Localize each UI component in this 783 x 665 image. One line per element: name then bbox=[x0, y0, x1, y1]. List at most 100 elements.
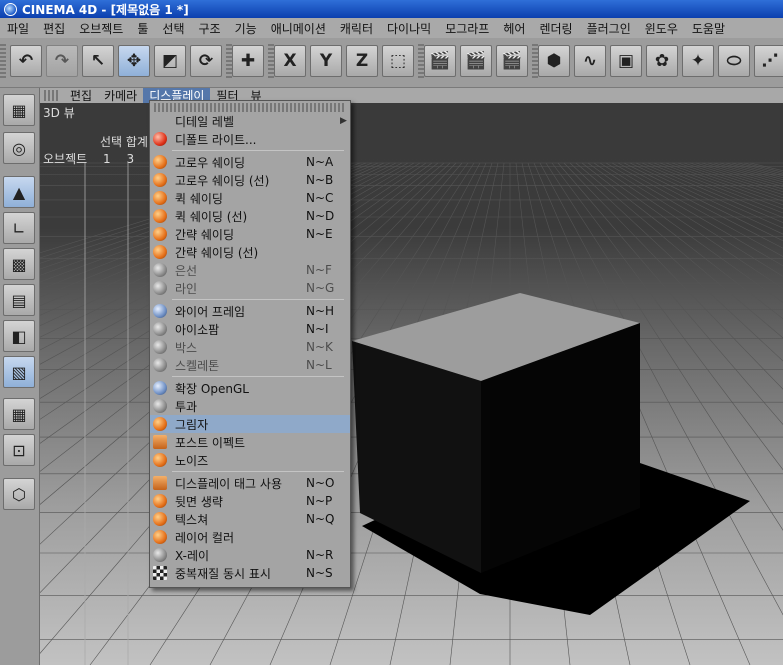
menu-0[interactable]: 파일 bbox=[0, 20, 36, 37]
display-menu-item-13[interactable]: 아이소팜 N~I bbox=[150, 320, 350, 338]
display-menu-item-8[interactable]: 간략 쉐이딩 (선) bbox=[150, 243, 350, 261]
gray-shading-icon bbox=[153, 548, 167, 562]
spline-pen-icon[interactable]: ∿ bbox=[574, 45, 606, 77]
gray-shading-icon bbox=[153, 358, 167, 372]
scene-object-icon[interactable]: ⬭ bbox=[718, 45, 750, 77]
menu-item-label: 라인 bbox=[175, 281, 198, 296]
world-axis-icon[interactable]: ✚ bbox=[232, 45, 264, 77]
display-menu-item-6[interactable]: 퀵 쉐이딩 (선) N~D bbox=[150, 207, 350, 225]
display-menu-item-24[interactable]: 뒷면 생략 N~P bbox=[150, 492, 350, 510]
render-view-icon[interactable]: 🎬 bbox=[424, 45, 456, 77]
display-menu-item-18[interactable]: 투과 bbox=[150, 397, 350, 415]
display-menu-item-20[interactable]: 포스트 이펙트 bbox=[150, 433, 350, 451]
menu-4[interactable]: 선택 bbox=[155, 20, 191, 37]
render-picture-viewer-icon[interactable]: 🎬 bbox=[460, 45, 492, 77]
scale-icon[interactable]: ◩ bbox=[154, 45, 186, 77]
display-menu-item-21[interactable]: 노이즈 bbox=[150, 451, 350, 469]
display-menu-item-19[interactable]: 그림자 bbox=[150, 415, 350, 433]
menu-12[interactable]: 렌더링 bbox=[532, 20, 579, 37]
menu-8[interactable]: 캐릭터 bbox=[333, 20, 380, 37]
display-menu-item-25[interactable]: 텍스쳐 N~Q bbox=[150, 510, 350, 528]
edges-mode-icon[interactable]: ∟ bbox=[3, 212, 35, 244]
menu-5[interactable]: 구조 bbox=[192, 20, 228, 37]
workplane-icon[interactable]: ▦ bbox=[3, 398, 35, 430]
menu-item-shortcut: N~H bbox=[306, 304, 335, 318]
menu-11[interactable]: 헤어 bbox=[496, 20, 532, 37]
display-menu-item-23[interactable]: 디스플레이 태그 사용 N~O bbox=[150, 474, 350, 492]
move-icon[interactable]: ✥ bbox=[118, 45, 150, 77]
menu-item-label: 와이어 프레임 bbox=[175, 304, 246, 319]
display-menu-item-3[interactable]: 고로우 쉐이딩 N~A bbox=[150, 153, 350, 171]
snap-icon[interactable]: ⊡ bbox=[3, 434, 35, 466]
menu-item-label: 퀵 쉐이딩 bbox=[175, 191, 223, 206]
viewport-menu-grip[interactable] bbox=[44, 90, 58, 101]
dropdown-grip[interactable] bbox=[154, 103, 346, 112]
menu-item-label: 레이어 컬러 bbox=[175, 530, 235, 545]
hud-selection-total: 선택 합계 bbox=[100, 135, 148, 149]
menu-15[interactable]: 도움말 bbox=[685, 20, 732, 37]
display-menu-item-12[interactable]: 와이어 프레임 N~H bbox=[150, 302, 350, 320]
menu-item-shortcut: N~Q bbox=[306, 512, 335, 526]
menu-9[interactable]: 다이나믹 bbox=[380, 20, 438, 37]
display-menu-item-1[interactable]: 디폴트 라이트... bbox=[150, 130, 350, 148]
display-menu-item-26[interactable]: 레이어 컬러 bbox=[150, 528, 350, 546]
menu-item-shortcut: N~K bbox=[306, 340, 333, 354]
x-axis-lock-icon[interactable]: X bbox=[274, 45, 306, 77]
display-menu-item-9[interactable]: 은선 N~F bbox=[150, 261, 350, 279]
menu-1[interactable]: 편집 bbox=[36, 20, 72, 37]
toolbar-grip[interactable] bbox=[0, 44, 6, 80]
menu-3[interactable]: 툴 bbox=[130, 20, 155, 37]
display-menu-item-7[interactable]: 간략 쉐이딩 N~E bbox=[150, 225, 350, 243]
deformer-icon[interactable]: ✦ bbox=[682, 45, 714, 77]
orange-shading-icon bbox=[153, 530, 167, 544]
orange-shading-icon bbox=[153, 227, 167, 241]
animation-mode-icon[interactable]: ▧ bbox=[3, 356, 35, 388]
undo-icon[interactable]: ↶ bbox=[10, 45, 42, 77]
display-menu-item-27[interactable]: X-레이 N~R bbox=[150, 546, 350, 564]
array-icon[interactable]: ✿ bbox=[646, 45, 678, 77]
red-shading-icon bbox=[153, 132, 167, 146]
menu-separator bbox=[172, 299, 344, 300]
render-settings-icon[interactable]: 🎬 bbox=[496, 45, 528, 77]
menu-2[interactable]: 오브젝트 bbox=[72, 20, 130, 37]
texture-mode-icon[interactable]: ▤ bbox=[3, 284, 35, 316]
menu-6[interactable]: 기능 bbox=[228, 20, 264, 37]
display-menu-item-28[interactable]: 중복재질 동시 표시 N~S bbox=[150, 564, 350, 582]
orange-shading-icon bbox=[153, 191, 167, 205]
redo-icon[interactable]: ↷ bbox=[46, 45, 78, 77]
display-menu-item-4[interactable]: 고로우 쉐이딩 (선) N~B bbox=[150, 171, 350, 189]
display-menu-item-15[interactable]: 스켈레톤 N~L bbox=[150, 356, 350, 374]
z-axis-lock-icon[interactable]: Z bbox=[346, 45, 378, 77]
live-select-icon[interactable]: ↖ bbox=[82, 45, 114, 77]
rotate-icon[interactable]: ⟳ bbox=[190, 45, 222, 77]
y-axis-lock-icon[interactable]: Y bbox=[310, 45, 342, 77]
menu-item-label: 텍스쳐 bbox=[175, 512, 209, 527]
viewport-menu-1[interactable]: 카메라 bbox=[98, 88, 143, 103]
menu-item-label: 간략 쉐이딩 bbox=[175, 227, 235, 242]
cube-primitive-icon[interactable]: ⬢ bbox=[538, 45, 570, 77]
display-menu-item-14[interactable]: 박스 N~K bbox=[150, 338, 350, 356]
polygons-mode-icon[interactable]: ▩ bbox=[3, 248, 35, 280]
menu-10[interactable]: 모그라프 bbox=[438, 20, 496, 37]
display-menu-item-10[interactable]: 라인 N~G bbox=[150, 279, 350, 297]
particle-icon[interactable]: ⋰ bbox=[754, 45, 783, 77]
nurbs-icon[interactable]: ▣ bbox=[610, 45, 642, 77]
menu-item-shortcut: N~G bbox=[306, 281, 335, 295]
menu-14[interactable]: 윈도우 bbox=[638, 20, 685, 37]
menu-item-label: 노이즈 bbox=[175, 453, 209, 468]
quantize-icon[interactable]: ⬡ bbox=[3, 478, 35, 510]
use-model-mode-icon[interactable]: ▦ bbox=[3, 94, 35, 126]
points-mode-icon[interactable]: ▲ bbox=[3, 176, 35, 208]
use-object-mode-icon[interactable]: ◎ bbox=[3, 132, 35, 164]
menu-7[interactable]: 애니메이션 bbox=[264, 20, 333, 37]
menu-separator bbox=[172, 471, 344, 472]
display-menu-item-5[interactable]: 퀵 쉐이딩 N~C bbox=[150, 189, 350, 207]
coordinate-system-icon[interactable]: ⬚ bbox=[382, 45, 414, 77]
display-menu-item-0[interactable]: 디테일 레벨 ▶ bbox=[150, 112, 350, 130]
menu-item-shortcut: N~F bbox=[306, 263, 332, 277]
texture-axis-icon[interactable]: ◧ bbox=[3, 320, 35, 352]
display-menu-item-17[interactable]: 확장 OpenGL bbox=[150, 379, 350, 397]
hud-object-row: 오브젝트 1 3 bbox=[43, 150, 146, 167]
viewport-menu-0[interactable]: 편집 bbox=[64, 88, 98, 103]
menu-13[interactable]: 플러그인 bbox=[580, 20, 638, 37]
